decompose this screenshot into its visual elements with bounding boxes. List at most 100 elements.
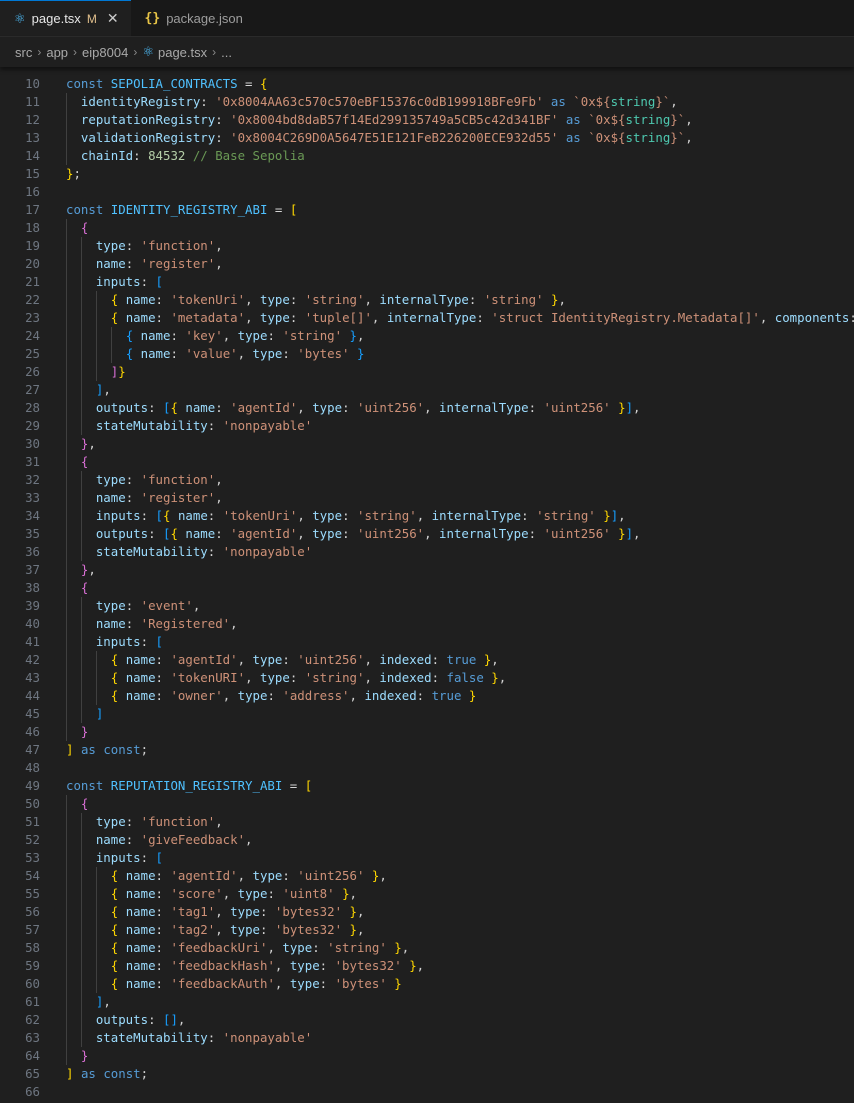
code-line[interactable]: 19 type: 'function', [0, 237, 854, 255]
code-line[interactable]: 27 ], [0, 381, 854, 399]
code-line[interactable]: 53 inputs: [ [0, 849, 854, 867]
code-line[interactable]: 33 name: 'register', [0, 489, 854, 507]
indent-guide [80, 669, 82, 687]
close-icon[interactable]: ✕ [107, 10, 119, 27]
code-token: : [155, 958, 171, 973]
code-token: 'agentId' [230, 526, 298, 541]
code-line[interactable]: 42 { name: 'agentId', type: 'uint256', i… [0, 651, 854, 669]
code-line[interactable]: 13 validationRegistry: '0x8004C269D0A564… [0, 129, 854, 147]
code-text: outputs: [{ name: 'agentId', type: 'uint… [66, 399, 641, 417]
code-token: [ [155, 634, 163, 649]
code-line[interactable]: 63 stateMutability: 'nonpayable' [0, 1029, 854, 1047]
code-line[interactable]: 41 inputs: [ [0, 633, 854, 651]
code-line[interactable]: 54 { name: 'agentId', type: 'uint256' }, [0, 867, 854, 885]
breadcrumb-src[interactable]: src [15, 45, 32, 60]
code-token: : [140, 274, 156, 289]
code-token: type [260, 670, 290, 685]
breadcrumb-symbol[interactable]: ... [221, 45, 232, 60]
code-line[interactable]: 51 type: 'function', [0, 813, 854, 831]
code-line[interactable]: 18 { [0, 219, 854, 237]
code-token: outputs [95, 526, 149, 541]
code-line[interactable]: 30 }, [0, 435, 854, 453]
code-line[interactable]: 21 inputs: [ [0, 273, 854, 291]
code-token: 'string' [357, 508, 417, 523]
code-line[interactable]: 31 { [0, 453, 854, 471]
code-line[interactable]: 59 { name: 'feedbackHash', type: 'bytes3… [0, 957, 854, 975]
code-line[interactable]: 48 [0, 759, 854, 777]
code-line[interactable]: 47] as const; [0, 741, 854, 759]
tab-page-tsx[interactable]: ⚛ page.tsx M ✕ [0, 0, 131, 36]
code-token: [ [155, 508, 163, 523]
indent-guide [66, 885, 67, 903]
code-line[interactable]: 44 { name: 'owner', type: 'address', ind… [0, 687, 854, 705]
code-line[interactable]: 20 name: 'register', [0, 255, 854, 273]
code-token: type [252, 652, 283, 667]
code-line[interactable]: 10 const SEPOLIA_CONTRACTS = { [0, 75, 854, 93]
code-line[interactable]: 14 chainId: 84532 // Base Sepolia [0, 147, 854, 165]
code-line[interactable]: 56 { name: 'tag1', type: 'bytes32' }, [0, 903, 854, 921]
code-token: ] [625, 400, 634, 415]
code-token: } [618, 526, 626, 541]
code-token: inputs [95, 634, 141, 649]
code-line[interactable]: 34 inputs: [{ name: 'tokenUri', type: 's… [0, 507, 854, 525]
tab-package-json[interactable]: {} package.json [131, 0, 255, 36]
code-line[interactable]: 24 { name: 'key', type: 'string' }, [0, 327, 854, 345]
code-line[interactable]: 11 identityRegistry: '0x8004AA63c570c570… [0, 93, 854, 111]
code-line[interactable]: 55 { name: 'score', type: 'uint8' }, [0, 885, 854, 903]
code-line[interactable]: 65] as const; [0, 1065, 854, 1083]
indent-guide [80, 525, 82, 543]
indent-guide [95, 309, 97, 327]
code-line[interactable]: 38 { [0, 579, 854, 597]
code-token: : [528, 526, 544, 541]
code-text: { name: 'owner', type: 'address', indexe… [66, 687, 476, 705]
code-line[interactable]: 16 [0, 183, 854, 201]
code-line[interactable]: 36 stateMutability: 'nonpayable' [0, 543, 854, 561]
code-editor[interactable]: 10 const SEPOLIA_CONTRACTS = {11 identity… [0, 67, 854, 1101]
code-line[interactable]: 46 } [0, 723, 854, 741]
code-line[interactable]: 37 }, [0, 561, 854, 579]
indent-guide [80, 489, 82, 507]
indent-guide [66, 309, 67, 327]
code-line[interactable]: 17 const IDENTITY_REGISTRY_ABI = [ [0, 201, 854, 219]
breadcrumb-eip8004[interactable]: eip8004 [82, 45, 128, 60]
code-line[interactable]: 62 outputs: [], [0, 1011, 854, 1029]
code-line[interactable]: 64 } [0, 1047, 854, 1065]
code-line[interactable]: 12 reputationRegistry: '0x8004bd8daB57f1… [0, 111, 854, 129]
code-line[interactable]: 52 name: 'giveFeedback', [0, 831, 854, 849]
code-token: 'nonpayable' [222, 544, 313, 559]
code-line[interactable]: 26 ]} [0, 363, 854, 381]
code-line[interactable]: 23 { name: 'metadata', type: 'tuple[]', … [0, 309, 854, 327]
code-line[interactable]: 22 { name: 'tokenUri', type: 'string', i… [0, 291, 854, 309]
code-line[interactable]: 25 { name: 'value', type: 'bytes' } [0, 345, 854, 363]
code-line[interactable]: 60 { name: 'feedbackAuth', type: 'bytes'… [0, 975, 854, 993]
code-token: type [252, 868, 283, 883]
code-line[interactable]: 39 type: 'event', [0, 597, 854, 615]
code-text: name: 'register', [66, 489, 223, 507]
code-line[interactable]: 66 [0, 1083, 854, 1101]
code-line[interactable]: 35 outputs: [{ name: 'agentId', type: 'u… [0, 525, 854, 543]
code-text: { name: 'feedbackHash', type: 'bytes32' … [66, 957, 424, 975]
code-line[interactable]: 28 outputs: [{ name: 'agentId', type: 'u… [0, 399, 854, 417]
code-line[interactable]: 29 stateMutability: 'nonpayable' [0, 417, 854, 435]
code-line[interactable]: 32 type: 'function', [0, 471, 854, 489]
code-line[interactable]: 50 { [0, 795, 854, 813]
code-line[interactable]: 45 ] [0, 705, 854, 723]
breadcrumb-file[interactable]: page.tsx [158, 45, 207, 60]
code-line[interactable]: 58 { name: 'feedbackUri', type: 'string'… [0, 939, 854, 957]
code-line[interactable]: 49 const REPUTATION_REGISTRY_ABI = [ [0, 777, 854, 795]
line-number: 32 [25, 472, 40, 487]
code-line[interactable]: 57 { name: 'tag2', type: 'bytes32' }, [0, 921, 854, 939]
code-text: { name: 'metadata', type: 'tuple[]', int… [66, 309, 854, 327]
code-token: 'event' [140, 598, 193, 613]
code-token: name [95, 256, 126, 271]
breadcrumb-app[interactable]: app [46, 45, 68, 60]
code-token: , [491, 652, 499, 667]
code-line[interactable]: 15}; [0, 165, 854, 183]
code-line[interactable]: 61 ], [0, 993, 854, 1011]
code-line[interactable]: 43 { name: 'tokenURI', type: 'string', i… [0, 669, 854, 687]
code-line[interactable]: 40 name: 'Registered', [0, 615, 854, 633]
